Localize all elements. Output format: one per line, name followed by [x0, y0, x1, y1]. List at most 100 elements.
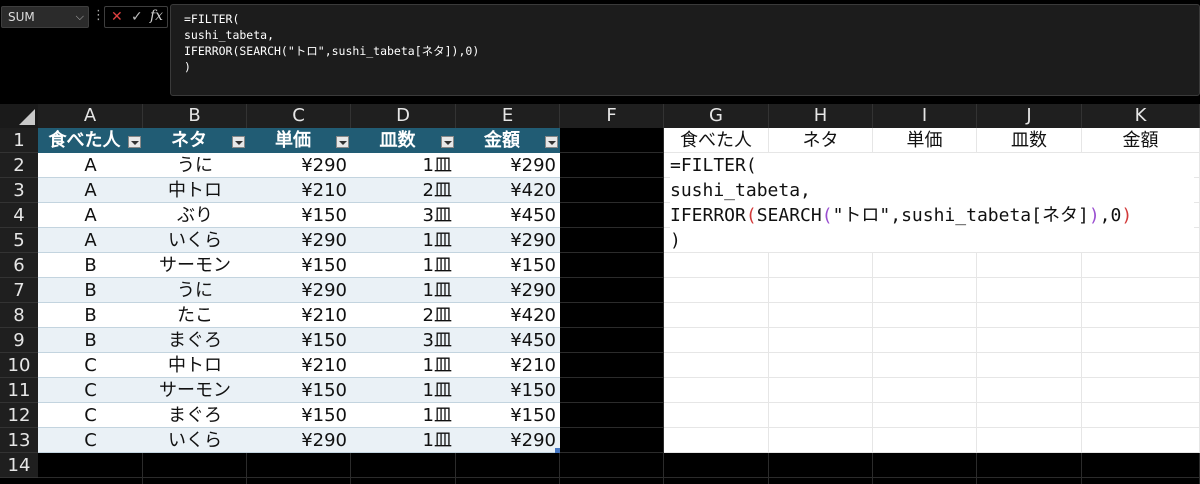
column-header-d[interactable]: D: [351, 104, 456, 128]
column-header-k[interactable]: K: [1082, 104, 1200, 128]
chevron-down-icon[interactable]: ⌵: [76, 10, 84, 24]
column-header-c[interactable]: C: [247, 104, 351, 128]
row-header-13[interactable]: 13: [0, 428, 38, 453]
table-cell[interactable]: ¥150: [456, 378, 560, 403]
table-cell[interactable]: C: [38, 428, 143, 453]
row-header-14[interactable]: 14: [0, 453, 38, 478]
table-cell[interactable]: 1皿: [351, 353, 456, 378]
table-cell[interactable]: B: [38, 253, 143, 278]
table-cell[interactable]: ¥150: [247, 378, 351, 403]
table-cell[interactable]: 1皿: [351, 378, 456, 403]
fx-icon[interactable]: fx: [150, 8, 163, 24]
row-header-11[interactable]: 11: [0, 378, 38, 403]
table-cell[interactable]: 2皿: [351, 303, 456, 328]
table-cell[interactable]: A: [38, 153, 143, 178]
filter-dropdown-icon[interactable]: [441, 136, 454, 148]
table-cell[interactable]: ¥150: [456, 253, 560, 278]
table-cell[interactable]: ¥290: [247, 428, 351, 453]
table-cell[interactable]: A: [38, 203, 143, 228]
table-cell[interactable]: ¥150: [247, 403, 351, 428]
table-cell[interactable]: 2皿: [351, 178, 456, 203]
table-cell[interactable]: B: [38, 278, 143, 303]
table-cell[interactable]: ¥450: [456, 203, 560, 228]
filter-dropdown-icon[interactable]: [545, 136, 558, 148]
column-header-j[interactable]: J: [977, 104, 1082, 128]
table-cell[interactable]: 中トロ: [143, 178, 247, 203]
table-cell[interactable]: ¥150: [247, 203, 351, 228]
table-cell[interactable]: 1皿: [351, 228, 456, 253]
table-cell[interactable]: ¥210: [247, 303, 351, 328]
table-cell[interactable]: たこ: [143, 303, 247, 328]
table-cell[interactable]: ¥420: [456, 303, 560, 328]
table-cell[interactable]: 1皿: [351, 403, 456, 428]
row-header-7[interactable]: 7: [0, 278, 38, 303]
output-header-cell[interactable]: 金額: [1082, 128, 1199, 152]
column-header-a[interactable]: A: [38, 104, 143, 128]
table-cell[interactable]: ¥290: [247, 153, 351, 178]
table-cell[interactable]: ¥150: [247, 328, 351, 353]
table-cell[interactable]: ¥290: [247, 278, 351, 303]
column-header-f[interactable]: F: [560, 104, 664, 128]
table-cell[interactable]: A: [38, 228, 143, 253]
table-header-cell[interactable]: 単価: [247, 128, 351, 153]
table-cell[interactable]: 3皿: [351, 203, 456, 228]
table-cell[interactable]: 3皿: [351, 328, 456, 353]
table-cell[interactable]: ¥290: [456, 278, 560, 303]
name-box[interactable]: SUM ⌵: [1, 6, 89, 28]
row-header-12[interactable]: 12: [0, 403, 38, 428]
table-cell[interactable]: まぐろ: [143, 328, 247, 353]
table-cell[interactable]: サーモン: [143, 253, 247, 278]
table-cell[interactable]: 1皿: [351, 428, 456, 453]
table-resize-handle[interactable]: [555, 448, 560, 453]
table-cell[interactable]: ¥290: [456, 428, 560, 453]
column-header-h[interactable]: H: [769, 104, 873, 128]
table-cell[interactable]: サーモン: [143, 378, 247, 403]
formula-input[interactable]: =FILTER( sushi_tabeta, IFERROR(SEARCH("ト…: [170, 4, 1200, 96]
output-header-cell[interactable]: 皿数: [977, 128, 1081, 152]
column-header-e[interactable]: E: [456, 104, 560, 128]
table-header-cell[interactable]: 皿数: [351, 128, 456, 153]
output-header-cell[interactable]: 食べた人: [664, 128, 768, 152]
table-cell[interactable]: C: [38, 403, 143, 428]
table-cell[interactable]: ¥150: [247, 253, 351, 278]
table-cell[interactable]: A: [38, 178, 143, 203]
row-header-4[interactable]: 4: [0, 203, 38, 228]
output-header-cell[interactable]: ネタ: [769, 128, 872, 152]
select-all-icon[interactable]: [0, 104, 38, 128]
row-header-10[interactable]: 10: [0, 353, 38, 378]
filter-dropdown-icon[interactable]: [128, 136, 141, 148]
row-header-3[interactable]: 3: [0, 178, 38, 203]
column-header-i[interactable]: I: [873, 104, 977, 128]
table-header-cell[interactable]: ネタ: [143, 128, 247, 153]
table-cell[interactable]: ¥210: [456, 353, 560, 378]
table-cell[interactable]: 1皿: [351, 153, 456, 178]
table-cell[interactable]: ¥290: [247, 228, 351, 253]
table-cell[interactable]: C: [38, 378, 143, 403]
table-cell[interactable]: ¥450: [456, 328, 560, 353]
table-cell[interactable]: うに: [143, 278, 247, 303]
table-cell[interactable]: ¥290: [456, 228, 560, 253]
table-cell[interactable]: ¥210: [247, 353, 351, 378]
column-header-b[interactable]: B: [143, 104, 247, 128]
table-cell[interactable]: ¥150: [456, 403, 560, 428]
table-cell[interactable]: いくら: [143, 428, 247, 453]
table-cell[interactable]: 1皿: [351, 253, 456, 278]
table-cell[interactable]: まぐろ: [143, 403, 247, 428]
table-cell[interactable]: 1皿: [351, 278, 456, 303]
table-cell[interactable]: ¥420: [456, 178, 560, 203]
table-cell[interactable]: B: [38, 303, 143, 328]
checkmark-icon[interactable]: ✓: [131, 9, 143, 25]
output-header-cell[interactable]: 単価: [873, 128, 976, 152]
row-header-1[interactable]: 1: [0, 128, 38, 153]
row-header-5[interactable]: 5: [0, 228, 38, 253]
worksheet-grid[interactable]: ABCDEFGHIJK 1 2 3 4 5 6 7 8 9 10 11 12 13 14 食べた人 ネタ 単価…: [0, 104, 1200, 484]
table-cell[interactable]: いくら: [143, 228, 247, 253]
table-cell[interactable]: ¥290: [456, 153, 560, 178]
cancel-icon[interactable]: ✕: [111, 9, 123, 25]
table-cell[interactable]: ¥210: [247, 178, 351, 203]
table-header-cell[interactable]: 金額: [456, 128, 560, 153]
row-header-8[interactable]: 8: [0, 303, 38, 328]
table-header-cell[interactable]: 食べた人: [38, 128, 143, 153]
column-header-g[interactable]: G: [664, 104, 769, 128]
row-header-9[interactable]: 9: [0, 328, 38, 353]
